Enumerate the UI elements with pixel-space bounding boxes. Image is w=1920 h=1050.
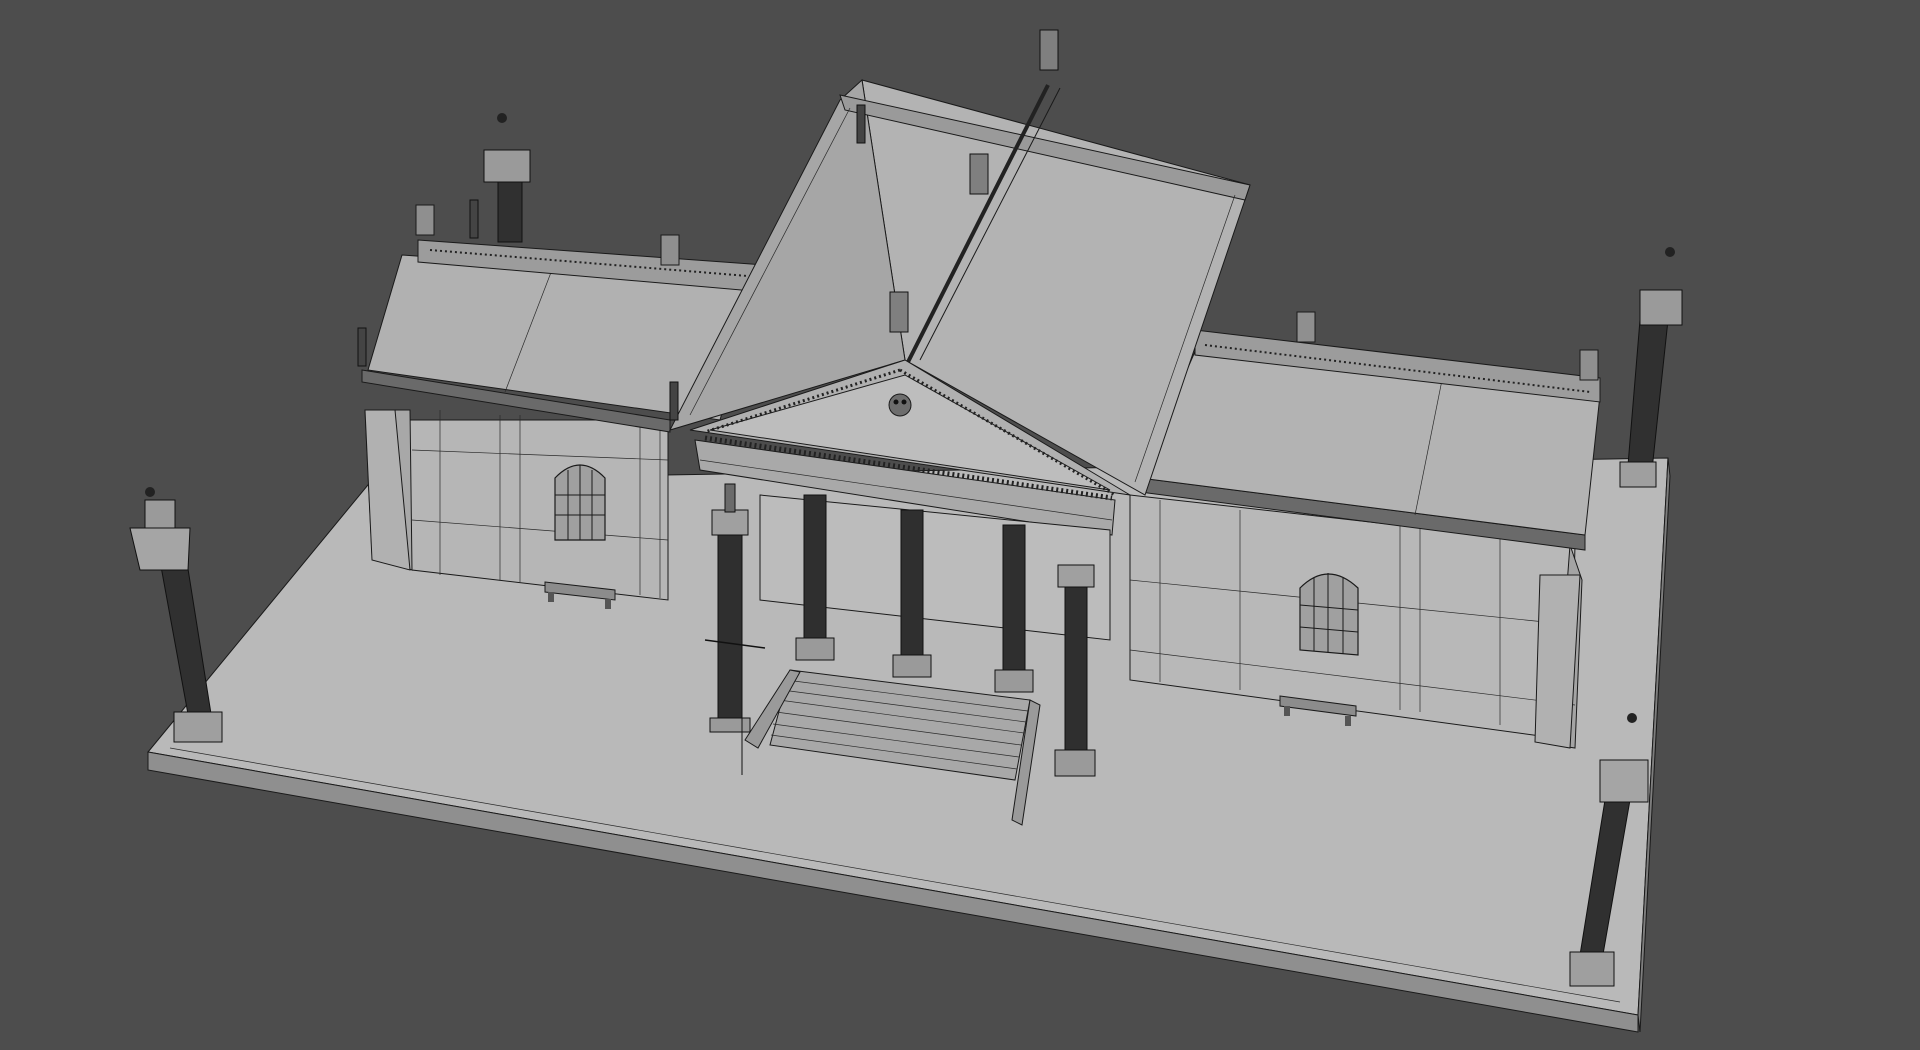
lamp-post-back-left [483, 113, 531, 243]
right-wing [1129, 311, 1601, 749]
3d-viewport[interactable] [0, 0, 1920, 1050]
lamp-post-front-left [129, 487, 223, 743]
lamp-post-back-right [1619, 247, 1683, 488]
building-model-render [129, 29, 1683, 1033]
